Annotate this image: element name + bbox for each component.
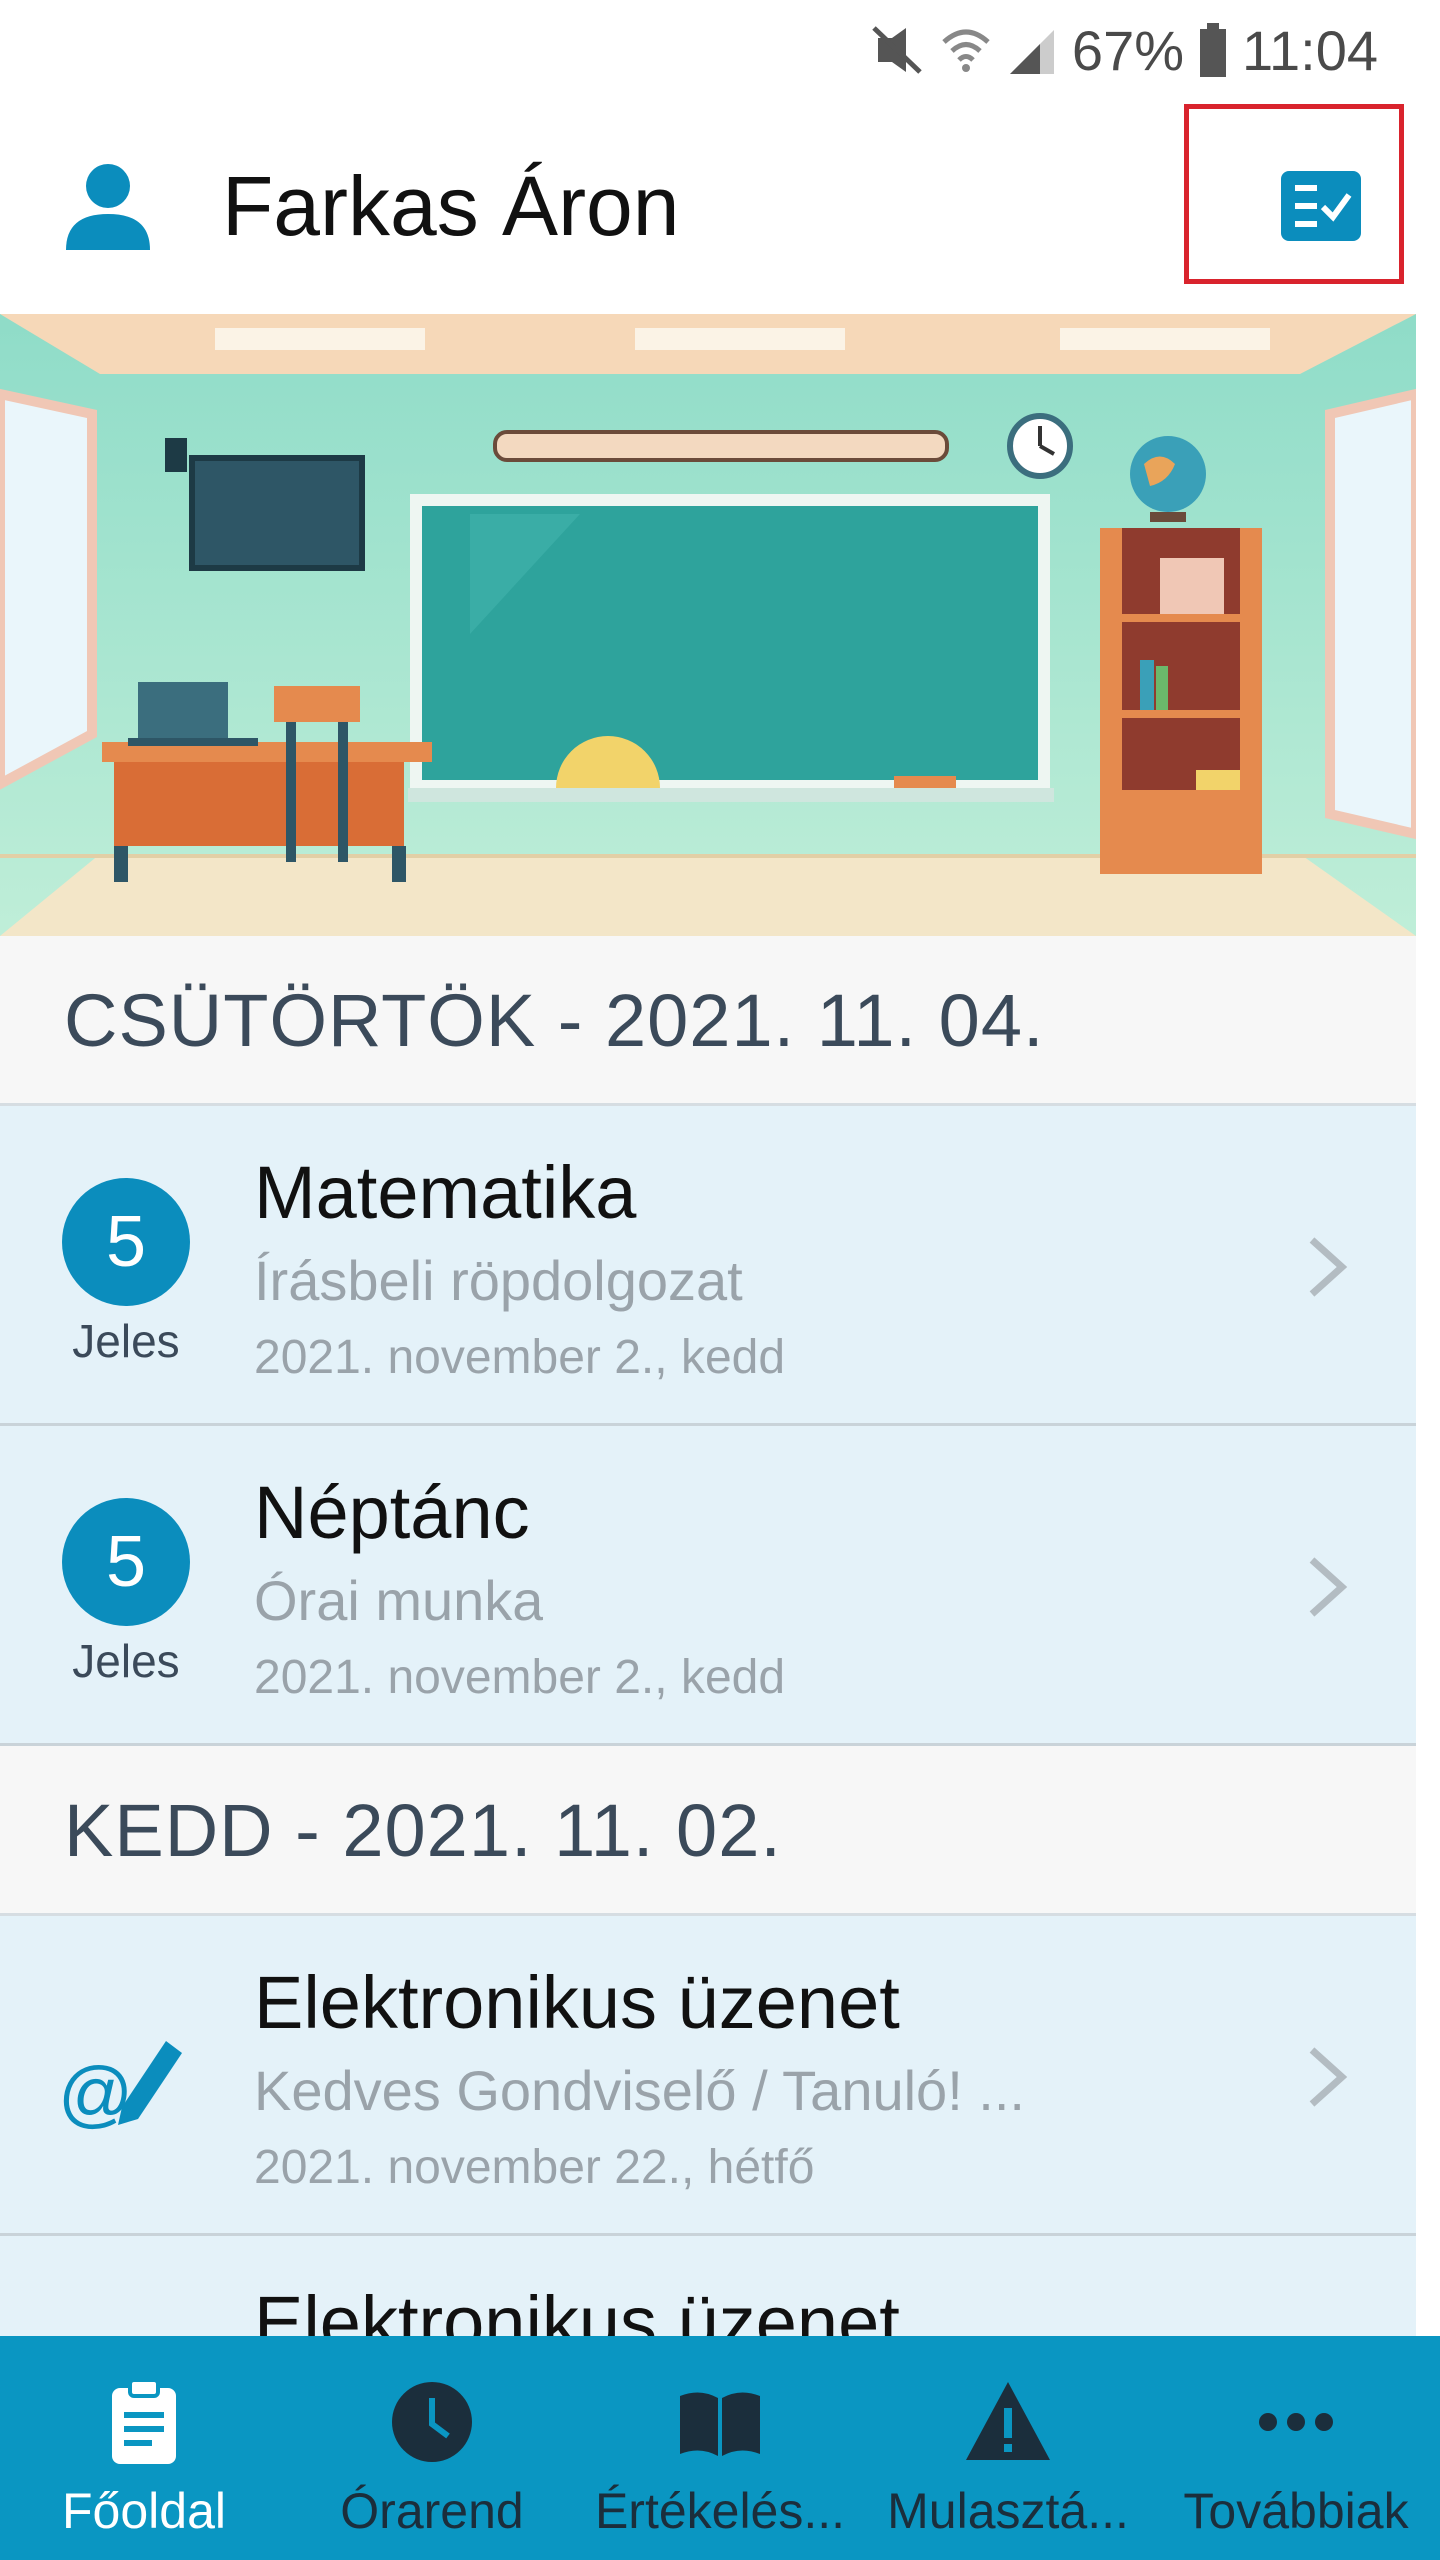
- item-subtitle: Írásbeli röpdolgozat: [254, 1249, 743, 1312]
- chevron-right-icon: [1309, 1237, 1348, 1297]
- grade-text: Jeles: [72, 1315, 180, 1367]
- item-date: 2021. november 2., kedd: [254, 1331, 786, 1384]
- nav-label: Továbbiak: [1183, 2483, 1409, 2539]
- item-title: Néptánc: [254, 1471, 530, 1554]
- nav-label: Főoldal: [62, 2483, 226, 2539]
- nav-ertekelesek[interactable]: Értékelés...: [576, 2336, 864, 2560]
- signal-icon: [1009, 30, 1054, 74]
- nav-mulasztasok[interactable]: Mulasztá...: [864, 2336, 1152, 2560]
- item-subtitle: Órai munka: [254, 1569, 544, 1632]
- battery-icon: [1200, 23, 1227, 77]
- nav-label: Értékelés...: [594, 2483, 846, 2539]
- book-icon: [680, 2392, 760, 2456]
- item-title: Elektronikus üzenet: [254, 1961, 900, 2044]
- checklist-icon: [1281, 171, 1361, 241]
- item-title: Matematika: [254, 1151, 637, 1234]
- bottom-nav: Főoldal Órarend Értékelés... Mulasztá...…: [0, 2336, 1440, 2560]
- grade-badge: 5: [62, 1178, 190, 1306]
- nav-orarend[interactable]: Órarend: [288, 2336, 576, 2560]
- grade-text: Jeles: [72, 1635, 180, 1687]
- nav-tovabbiak[interactable]: Továbbiak: [1152, 2336, 1440, 2560]
- item-date: 2021. november 22., hétfő: [254, 2141, 815, 2194]
- wifi-icon: [942, 29, 990, 72]
- grade-item[interactable]: 5 Jeles Néptánc Órai munka 2021. novembe…: [0, 1426, 1416, 1746]
- chevron-right-icon: [1309, 2047, 1348, 2107]
- message-item[interactable]: @ Elektronikus üzenet Kedves Gondviselő …: [0, 1916, 1416, 2236]
- user-avatar-icon[interactable]: [62, 158, 154, 250]
- nav-label: Órarend: [340, 2483, 524, 2539]
- chevron-right-icon: [1309, 1557, 1348, 1617]
- nav-label: Mulasztá...: [887, 2483, 1129, 2539]
- warning-icon: [966, 2382, 1050, 2460]
- grade-item[interactable]: 5 Jeles Matematika Írásbeli röpdolgozat …: [0, 1106, 1416, 1426]
- day-header: KEDD - 2021. 11. 02.: [0, 1746, 1416, 1916]
- status-time: 11:04: [1242, 18, 1378, 82]
- more-dots-icon: [1259, 2413, 1333, 2431]
- day-header: CSÜTÖRTÖK - 2021. 11. 04.: [0, 936, 1416, 1106]
- grade-badge: 5: [62, 1498, 190, 1626]
- student-name: Farkas Áron: [222, 159, 680, 253]
- clock-icon: [392, 2382, 472, 2462]
- item-subtitle: Kedves Gondviselő / Tanuló! ...: [254, 2059, 1025, 2122]
- item-date: 2021. november 2., kedd: [254, 1651, 786, 1704]
- feed: CSÜTÖRTÖK - 2021. 11. 04. 5 Jeles Matema…: [0, 936, 1416, 2556]
- clipboard-icon: [112, 2378, 176, 2464]
- nav-fooldal[interactable]: Főoldal: [0, 2336, 288, 2560]
- checklist-button[interactable]: [1184, 104, 1404, 284]
- status-bar: 67% 11:04: [0, 0, 1440, 96]
- app-header: Farkas Áron: [0, 96, 1440, 314]
- classroom-illustration: [0, 314, 1416, 936]
- mute-vibrate-icon: [872, 26, 922, 74]
- email-pencil-icon: @: [58, 2041, 182, 2131]
- battery-percent: 67%: [1071, 18, 1185, 82]
